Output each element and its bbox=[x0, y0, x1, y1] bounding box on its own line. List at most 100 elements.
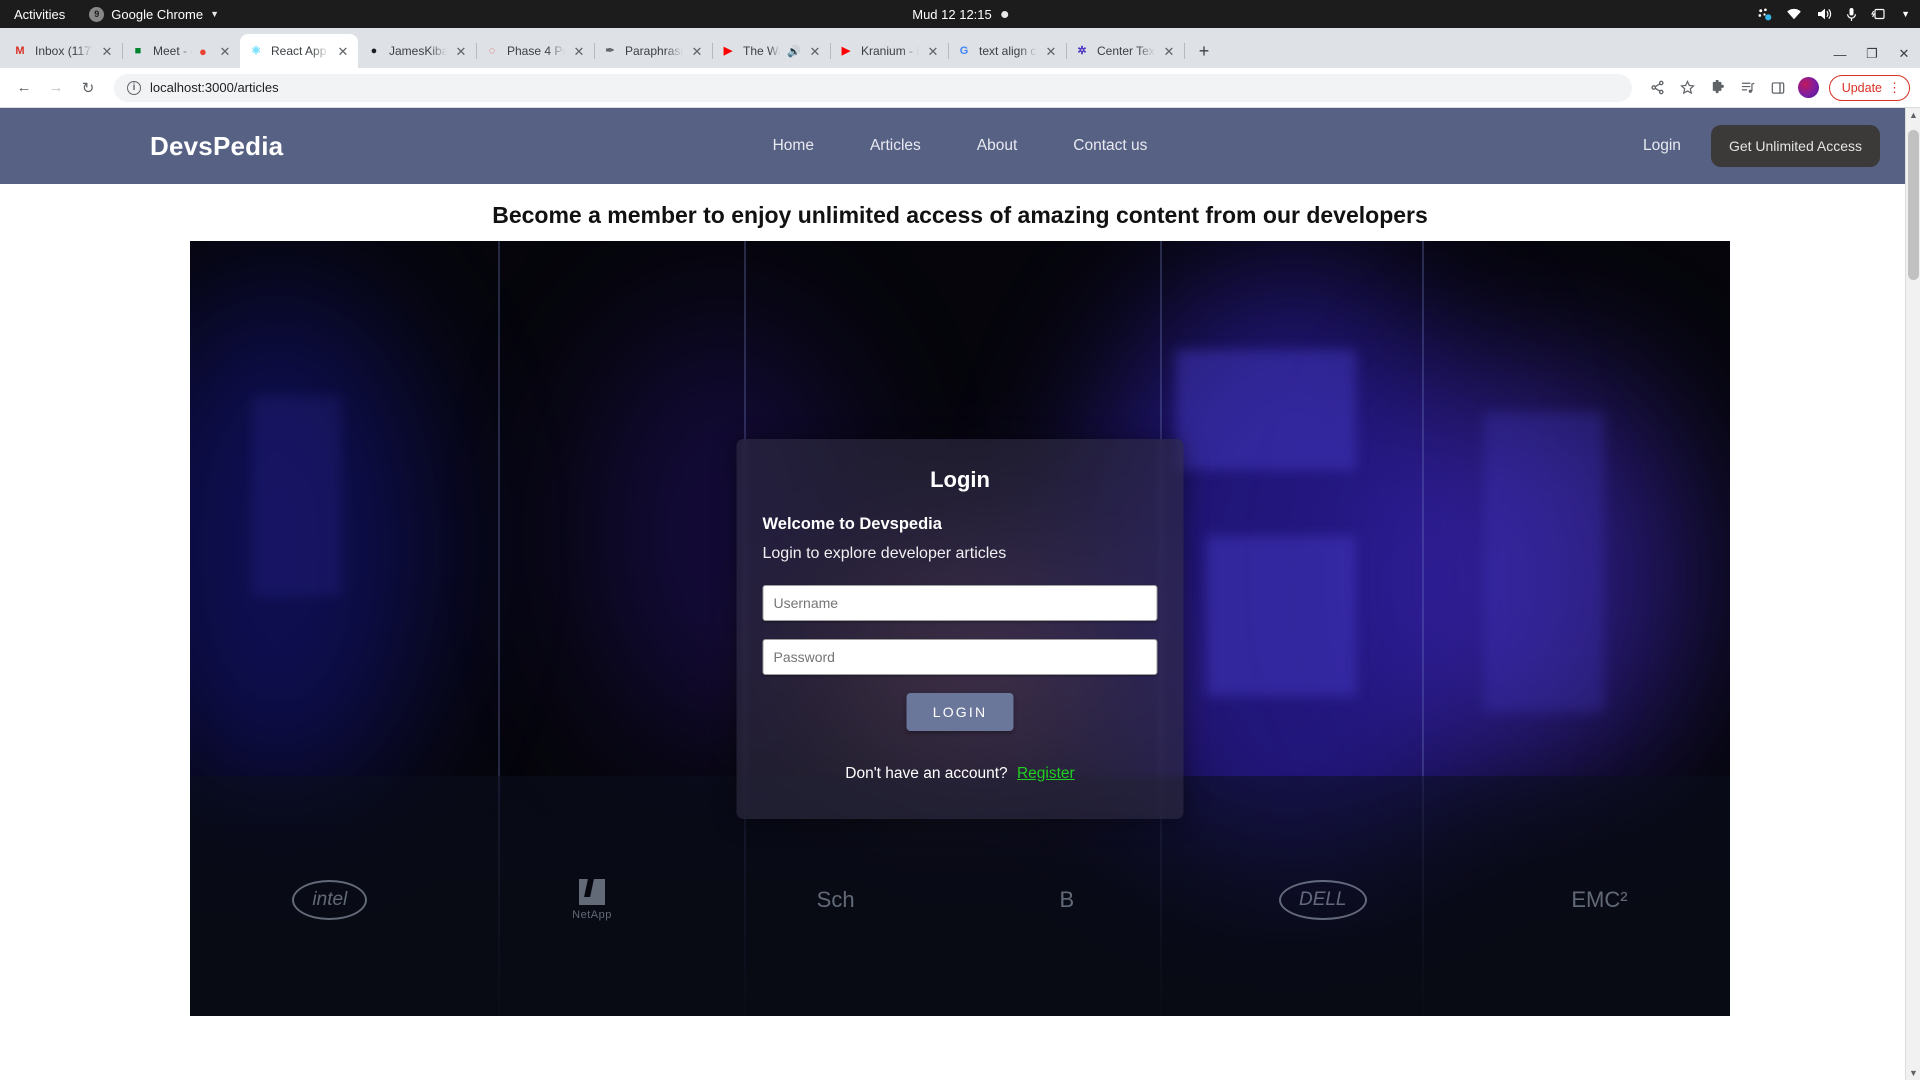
tab-title: text align cente bbox=[979, 44, 1037, 58]
login-submit-button[interactable]: LOGIN bbox=[906, 692, 1014, 731]
register-link[interactable]: Register bbox=[1017, 765, 1075, 782]
update-label: Update bbox=[1841, 80, 1882, 95]
tab-title: Center Text in F bbox=[1097, 44, 1155, 58]
generic-icon: ✲ bbox=[1077, 44, 1087, 57]
address-bar[interactable]: i localhost:3000/articles bbox=[114, 73, 1632, 102]
tab-close-button[interactable]: ✕ bbox=[572, 45, 586, 58]
hero-section: intel NetApp Sch B DELL EMC² Login Welco… bbox=[0, 241, 1920, 1016]
quillbot-icon: ✒ bbox=[605, 44, 615, 57]
system-menu-caret-icon[interactable]: ▼ bbox=[1901, 9, 1910, 19]
tab-strip: M Inbox (117) - jam ✕ ■ Meet - eus-e ● ✕ ⚛ React… bbox=[0, 28, 1920, 68]
google-icon: G bbox=[959, 44, 969, 57]
forward-button[interactable]: → bbox=[42, 74, 70, 102]
tab-close-button[interactable]: ✕ bbox=[218, 45, 232, 58]
update-button[interactable]: Update ⋮ bbox=[1828, 74, 1910, 101]
tab-close-button[interactable]: ✕ bbox=[1162, 45, 1176, 58]
browser-tab[interactable]: ✲ Center Text in F ✕ bbox=[1066, 34, 1185, 68]
microphone-icon bbox=[1847, 7, 1857, 21]
browser-tab[interactable]: Gtext align cente ✕ bbox=[948, 34, 1067, 68]
tab-close-button[interactable]: ✕ bbox=[808, 45, 822, 58]
login-modal: Login Welcome to Devspedia Login to expl… bbox=[736, 438, 1184, 819]
activities-button[interactable]: Activities bbox=[0, 7, 79, 22]
tab-title: Inbox (117) - jam bbox=[35, 44, 93, 58]
tab-title: Kranium - Nobo bbox=[861, 44, 919, 58]
tab-close-button[interactable]: ✕ bbox=[926, 45, 940, 58]
page-viewport: DevsPedia Home Articles About Contact us Lo… bbox=[0, 108, 1920, 1080]
close-window-button[interactable]: ✕ bbox=[1894, 46, 1914, 62]
browser-tab[interactable]: M Inbox (117) - jam ✕ bbox=[4, 34, 123, 68]
battery-icon bbox=[1871, 8, 1885, 20]
nav-link-home[interactable]: Home bbox=[773, 137, 814, 155]
netapp-logo: NetApp bbox=[572, 879, 612, 921]
site-navbar: DevsPedia Home Articles About Contact us Lo… bbox=[0, 108, 1920, 184]
username-input[interactable] bbox=[762, 584, 1158, 621]
clock[interactable]: Mud 12 12:15 bbox=[912, 7, 1008, 22]
new-tab-button[interactable]: + bbox=[1190, 37, 1218, 65]
tab-title: Meet - eus-e bbox=[153, 44, 192, 58]
browser-tab[interactable]: ▶ Kranium - Nobo ✕ bbox=[830, 34, 949, 68]
speaker-icon[interactable]: 🔊 bbox=[787, 45, 801, 58]
app-menu-label: Google Chrome bbox=[111, 6, 204, 22]
reading-list-icon[interactable] bbox=[1738, 78, 1758, 98]
github-icon: ● bbox=[370, 44, 378, 57]
system-top-bar: Activities 9 Google Chrome ▼ Mud 12 12:1… bbox=[0, 0, 1920, 28]
browser-menu-icon[interactable]: ⋮ bbox=[1888, 81, 1901, 94]
main-nav: Home Articles About Contact us bbox=[773, 137, 1148, 155]
get-unlimited-access-button[interactable]: Get Unlimited Access bbox=[1710, 125, 1880, 167]
intel-logo: intel bbox=[292, 880, 368, 920]
partner-logo-row: intel NetApp Sch B DELL EMC² bbox=[190, 879, 1730, 921]
brocade-logo: B bbox=[1059, 887, 1075, 912]
toolbar-actions: Update ⋮ bbox=[1644, 74, 1910, 101]
back-button[interactable]: ← bbox=[10, 74, 38, 102]
browser-tab[interactable]: ● JamesKibathi/D ✕ bbox=[358, 34, 477, 68]
app-menu[interactable]: 9 Google Chrome ▼ bbox=[79, 6, 229, 22]
netapp-mark-icon bbox=[578, 879, 605, 905]
nav-link-about[interactable]: About bbox=[977, 137, 1018, 155]
gmail-icon: M bbox=[15, 44, 25, 57]
record-icon[interactable]: ● bbox=[199, 44, 211, 59]
tab-close-button[interactable]: ✕ bbox=[336, 45, 350, 58]
window-controls: — ❐ ✕ bbox=[1830, 46, 1914, 62]
chevron-down-icon: ▼ bbox=[210, 9, 219, 19]
profile-avatar[interactable] bbox=[1797, 77, 1819, 98]
emc-logo: EMC² bbox=[1571, 887, 1628, 912]
dell-logo: DELL bbox=[1278, 880, 1367, 920]
browser-tab[interactable]: ▶ The Wake Up 🔊 ✕ bbox=[712, 34, 831, 68]
maximize-button[interactable]: ❐ bbox=[1862, 46, 1882, 62]
scrollbar-thumb[interactable] bbox=[1908, 130, 1919, 280]
page-headline: Become a member to enjoy unlimited acces… bbox=[492, 202, 1428, 228]
share-icon[interactable] bbox=[1648, 78, 1668, 98]
tab-title: JamesKibathi/D bbox=[389, 44, 447, 58]
tab-close-button[interactable]: ✕ bbox=[690, 45, 704, 58]
hero-image: intel NetApp Sch B DELL EMC² Login Welco… bbox=[190, 241, 1730, 1016]
extensions-puzzle-icon[interactable] bbox=[1708, 78, 1728, 98]
page-scrollbar[interactable]: ▲ ▼ bbox=[1905, 108, 1920, 1080]
modal-title: Login bbox=[930, 466, 990, 492]
nav-link-articles[interactable]: Articles bbox=[870, 137, 921, 155]
scroll-up-arrow-icon[interactable]: ▲ bbox=[1906, 110, 1920, 120]
nav-login-link[interactable]: Login bbox=[1643, 137, 1681, 155]
tab-close-button[interactable]: ✕ bbox=[1044, 45, 1058, 58]
nav-link-contact-us[interactable]: Contact us bbox=[1073, 137, 1147, 155]
site-info-icon[interactable]: i bbox=[127, 80, 141, 95]
bookmark-star-icon[interactable] bbox=[1678, 78, 1698, 98]
scroll-down-arrow-icon[interactable]: ▼ bbox=[1906, 1068, 1920, 1078]
reload-button[interactable]: ↻ bbox=[74, 74, 102, 102]
minimize-button[interactable]: — bbox=[1830, 47, 1850, 62]
system-status-area[interactable]: ▼ bbox=[1757, 7, 1910, 22]
browser-tab[interactable]: ◌ Phase 4 Project ✕ bbox=[476, 34, 595, 68]
meet-icon: ■ bbox=[134, 44, 142, 57]
password-input[interactable] bbox=[762, 638, 1158, 675]
browser-tab[interactable]: ✒ Paraphrasing T ✕ bbox=[594, 34, 713, 68]
clock-label: Mud 12 12:15 bbox=[912, 6, 992, 22]
modal-welcome-text: Welcome to Devspedia bbox=[762, 514, 942, 533]
browser-tab[interactable]: ⚛ React App ✕ bbox=[240, 34, 358, 68]
brand-logo[interactable]: DevsPedia bbox=[150, 131, 283, 162]
tab-title: React App bbox=[271, 44, 327, 58]
tab-close-button[interactable]: ✕ bbox=[100, 45, 114, 58]
side-panel-icon[interactable] bbox=[1768, 78, 1788, 98]
network-icon bbox=[1758, 8, 1772, 20]
tab-close-button[interactable]: ✕ bbox=[454, 45, 468, 58]
modal-footer: Don't have an account? Register bbox=[763, 765, 1158, 783]
browser-tab[interactable]: ■ Meet - eus-e ● ✕ bbox=[122, 34, 241, 68]
